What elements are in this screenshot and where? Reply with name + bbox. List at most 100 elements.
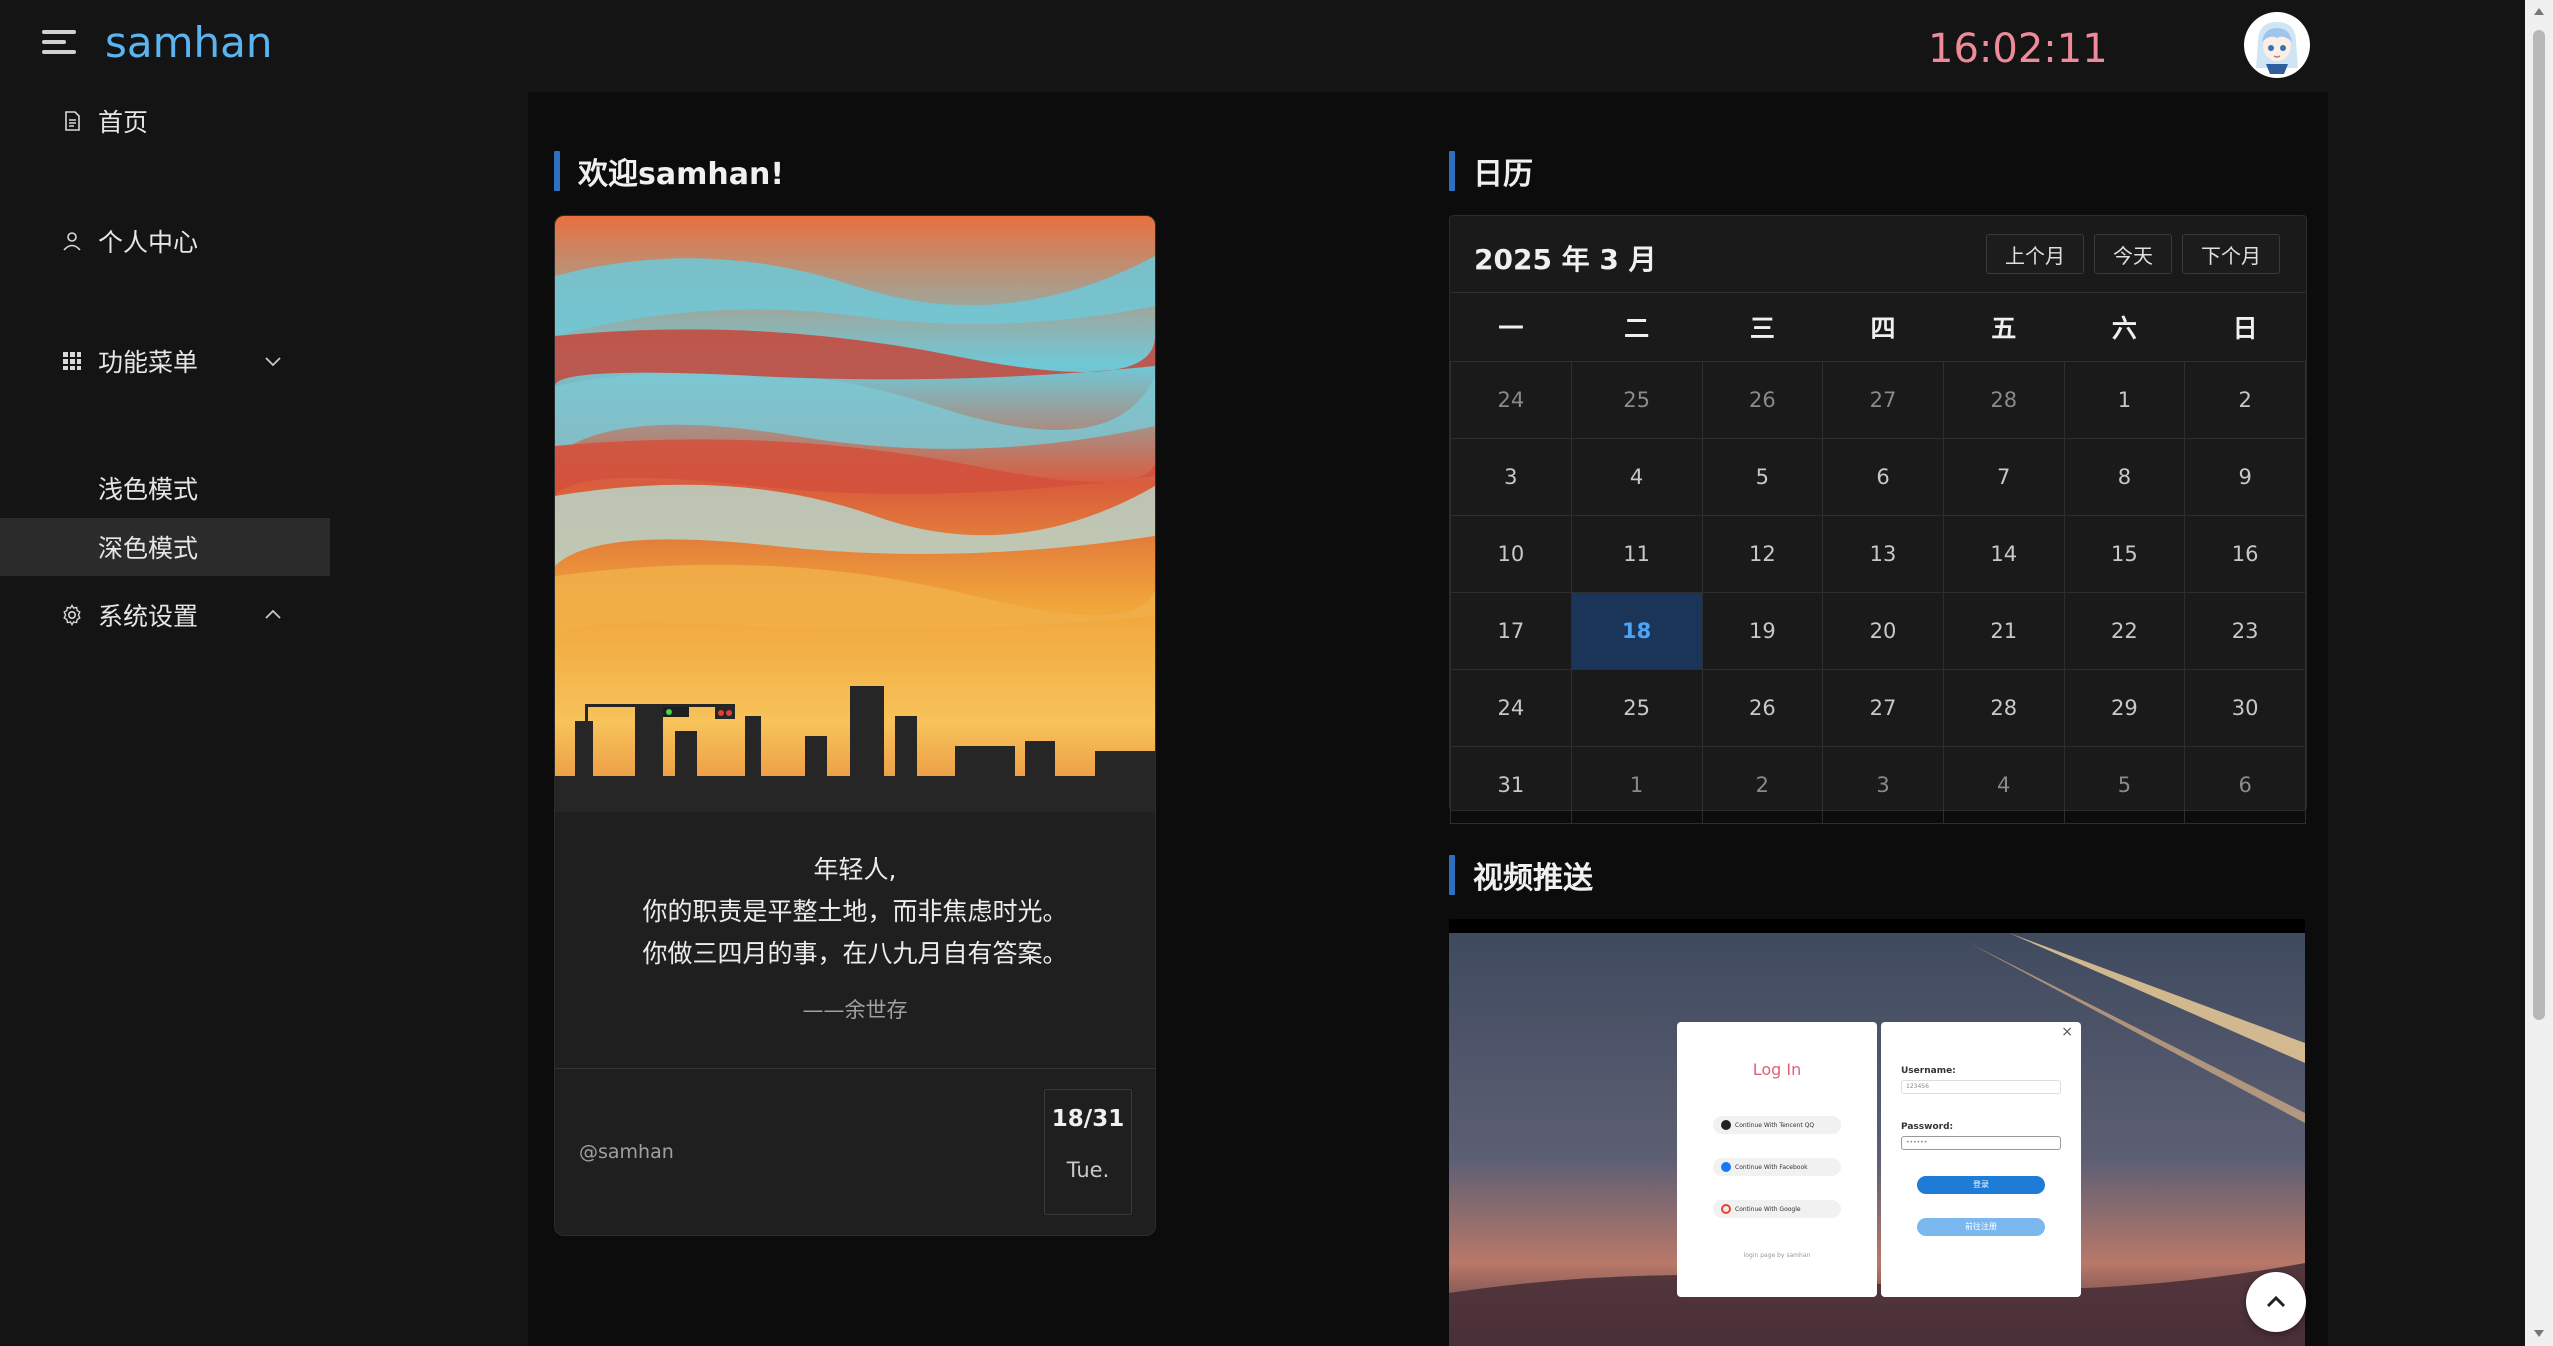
register-button: 前往注册 <box>1917 1218 2045 1236</box>
calendar-day-cell[interactable]: 25 <box>1570 669 1703 747</box>
sidebar-item-profile[interactable]: 个人中心 <box>0 212 330 270</box>
social-login-google: Continue With Google <box>1713 1200 1841 1218</box>
calendar-day-cell[interactable]: 5 <box>2063 746 2186 824</box>
calendar-day-cell[interactable]: 30 <box>2184 669 2306 747</box>
calendar-day-cell[interactable]: 22 <box>2063 592 2186 670</box>
calendar-week-row: 24 25 26 27 28 29 30 <box>1450 669 2306 747</box>
calendar-day-cell[interactable]: 24 <box>1450 361 1572 439</box>
calendar-week-row: 3456789 <box>1450 438 2306 516</box>
calendar-day-cell[interactable]: 14 <box>1942 515 2065 593</box>
today-button[interactable]: 今天 <box>2094 234 2172 274</box>
page-scrollbar[interactable] <box>2525 0 2553 1346</box>
calendar-day-cell[interactable]: 16 <box>2184 515 2306 593</box>
calendar-day-cell[interactable]: 1 <box>1570 746 1703 824</box>
calendar-day-cell[interactable]: 11 <box>1570 515 1703 593</box>
calendar-day-cell[interactable]: 3 <box>1450 438 1572 516</box>
quote-line: 年轻人, <box>813 855 897 884</box>
video-title-text: 视频推送 <box>1473 861 1593 896</box>
social-label: Continue With Google <box>1735 1205 1801 1213</box>
social-login-qq: Continue With Tencent QQ <box>1713 1116 1841 1134</box>
password-field: •••••• <box>1901 1136 2061 1150</box>
calendar-day-cell[interactable]: 31 <box>1450 746 1572 824</box>
calendar-day-cell[interactable]: 19 <box>1701 592 1824 670</box>
app-logo[interactable]: samhan <box>105 18 273 67</box>
calendar-day-cell[interactable]: 2 <box>1701 746 1824 824</box>
quote-line: 你做三四月的事，在八九月自有答案。 <box>642 939 1068 968</box>
social-label: Continue With Facebook <box>1735 1163 1808 1171</box>
sidebar-item-system-settings[interactable]: 系统设置 <box>0 586 330 644</box>
calendar-day-cell[interactable]: 3 <box>1822 746 1944 824</box>
weekday-label: Tue. <box>1066 1158 1110 1182</box>
calendar-day-cell[interactable]: 6 <box>1822 438 1944 516</box>
google-icon <box>1721 1204 1731 1214</box>
sidebar-item-home[interactable]: 首页 <box>0 92 330 150</box>
scrollbar-thumb[interactable] <box>2533 30 2545 1020</box>
qq-icon <box>1721 1120 1731 1130</box>
close-icon: × <box>2061 1024 2073 1040</box>
video-player[interactable]: Log In Continue With Tencent QQ Continue… <box>1449 919 2305 1346</box>
calendar-day-cell[interactable]: 1 <box>2063 361 2186 439</box>
calendar-day-cell[interactable]: 2 <box>2184 361 2306 439</box>
calendar-day-cell[interactable]: 6 <box>2184 746 2306 824</box>
sidebar: 首页 个人中心 功能菜单 浅色模式 深色模式 系统设置 <box>0 92 330 1346</box>
weekday-header: 日 <box>2184 292 2306 362</box>
scroll-up-arrow-icon[interactable] <box>2534 8 2544 15</box>
calendar-day-cell[interactable]: 13 <box>1822 515 1944 593</box>
prev-month-button[interactable]: 上个月 <box>1986 234 2084 274</box>
back-to-top-button[interactable] <box>2246 1272 2306 1332</box>
calendar-week-row: 17 18 19 20 21 22 23 <box>1450 592 2306 670</box>
sidebar-item-label: 浅色模式 <box>98 475 199 504</box>
calendar-title: 日历 <box>1449 151 1533 192</box>
weekday-header: 一 <box>1450 292 1572 362</box>
next-month-button[interactable]: 下个月 <box>2182 234 2280 274</box>
weekday-header-row: 一 二 三 四 五 六 日 <box>1450 292 2306 362</box>
calendar-day-cell[interactable]: 7 <box>1942 438 2065 516</box>
calendar-day-cell[interactable]: 28 <box>1942 669 2065 747</box>
calendar-day-cell[interactable]: 21 <box>1942 592 2065 670</box>
section-accent-bar <box>1449 855 1455 895</box>
calendar-body: 24 25 26 27 28 1 2 3 4 5 6 7 8 9 10 11 12 13 14 15 16 17 18 19 2… <box>1450 361 2306 824</box>
calendar-day-cell[interactable]: 9 <box>2184 438 2306 516</box>
date-box: 18/31 Tue. <box>1044 1089 1132 1215</box>
calendar-day-cell[interactable]: 27 <box>1822 361 1944 439</box>
sidebar-item-label: 系统设置 <box>98 602 199 631</box>
calendar-day-cell[interactable]: 12 <box>1701 515 1824 593</box>
sidebar-item-dark-mode[interactable]: 深色模式 <box>0 518 330 576</box>
calendar-day-cell[interactable]: 5 <box>1701 438 1824 516</box>
calendar-day-cell[interactable]: 4 <box>1570 438 1703 516</box>
calendar-day-cell[interactable]: 15 <box>2063 515 2186 593</box>
calendar-day-cell[interactable]: 23 <box>2184 592 2306 670</box>
anime-avatar-icon[interactable] <box>2244 12 2310 78</box>
scroll-down-arrow-icon[interactable] <box>2534 1330 2544 1337</box>
calendar-day-cell[interactable]: 8 <box>2063 438 2186 516</box>
quote-line: 你的职责是平整土地，而非焦虑时光。 <box>642 897 1068 926</box>
calendar-day-cell[interactable]: 29 <box>2063 669 2186 747</box>
calendar-day-cell[interactable]: 24 <box>1450 669 1572 747</box>
weekday-header: 三 <box>1702 292 1823 362</box>
calendar-day-cell[interactable]: 20 <box>1822 592 1944 670</box>
calendar-day-cell[interactable]: 4 <box>1942 746 2065 824</box>
calendar-day-cell[interactable]: 26 <box>1701 669 1824 747</box>
video-title: 视频推送 <box>1449 855 1593 896</box>
calendar-day-cell[interactable]: 10 <box>1450 515 1572 593</box>
section-accent-bar <box>554 151 560 191</box>
calendar-day-cell[interactable]: 17 <box>1450 592 1572 670</box>
calendar-day-cell[interactable]: 18 <box>1570 592 1703 670</box>
weekday-header: 六 <box>2064 292 2185 362</box>
login-card-right: × Username: 123456 Password: •••••• 登录 前… <box>1881 1022 2081 1297</box>
calendar-month-label: 2025 年 3 月 <box>1474 243 1657 276</box>
welcome-title: 欢迎samhan! <box>554 151 784 192</box>
sidebar-item-label: 深色模式 <box>98 534 199 563</box>
calendar-title-text: 日历 <box>1473 157 1533 192</box>
sidebar-item-function-menu[interactable]: 功能菜单 <box>0 332 330 390</box>
calendar-day-cell[interactable]: 25 <box>1570 361 1703 439</box>
sidebar-item-label: 首页 <box>98 108 149 137</box>
hamburger-menu-icon[interactable] <box>42 30 76 60</box>
calendar-day-cell[interactable]: 27 <box>1822 669 1944 747</box>
section-accent-bar <box>1449 151 1455 191</box>
quote-author: ——余世存 <box>802 998 908 1022</box>
calendar-day-cell[interactable]: 26 <box>1701 361 1824 439</box>
sidebar-item-light-mode[interactable]: 浅色模式 <box>0 459 330 517</box>
calendar-day-cell[interactable]: 28 <box>1942 361 2065 439</box>
login-card-left: Log In Continue With Tencent QQ Continue… <box>1677 1022 1877 1297</box>
